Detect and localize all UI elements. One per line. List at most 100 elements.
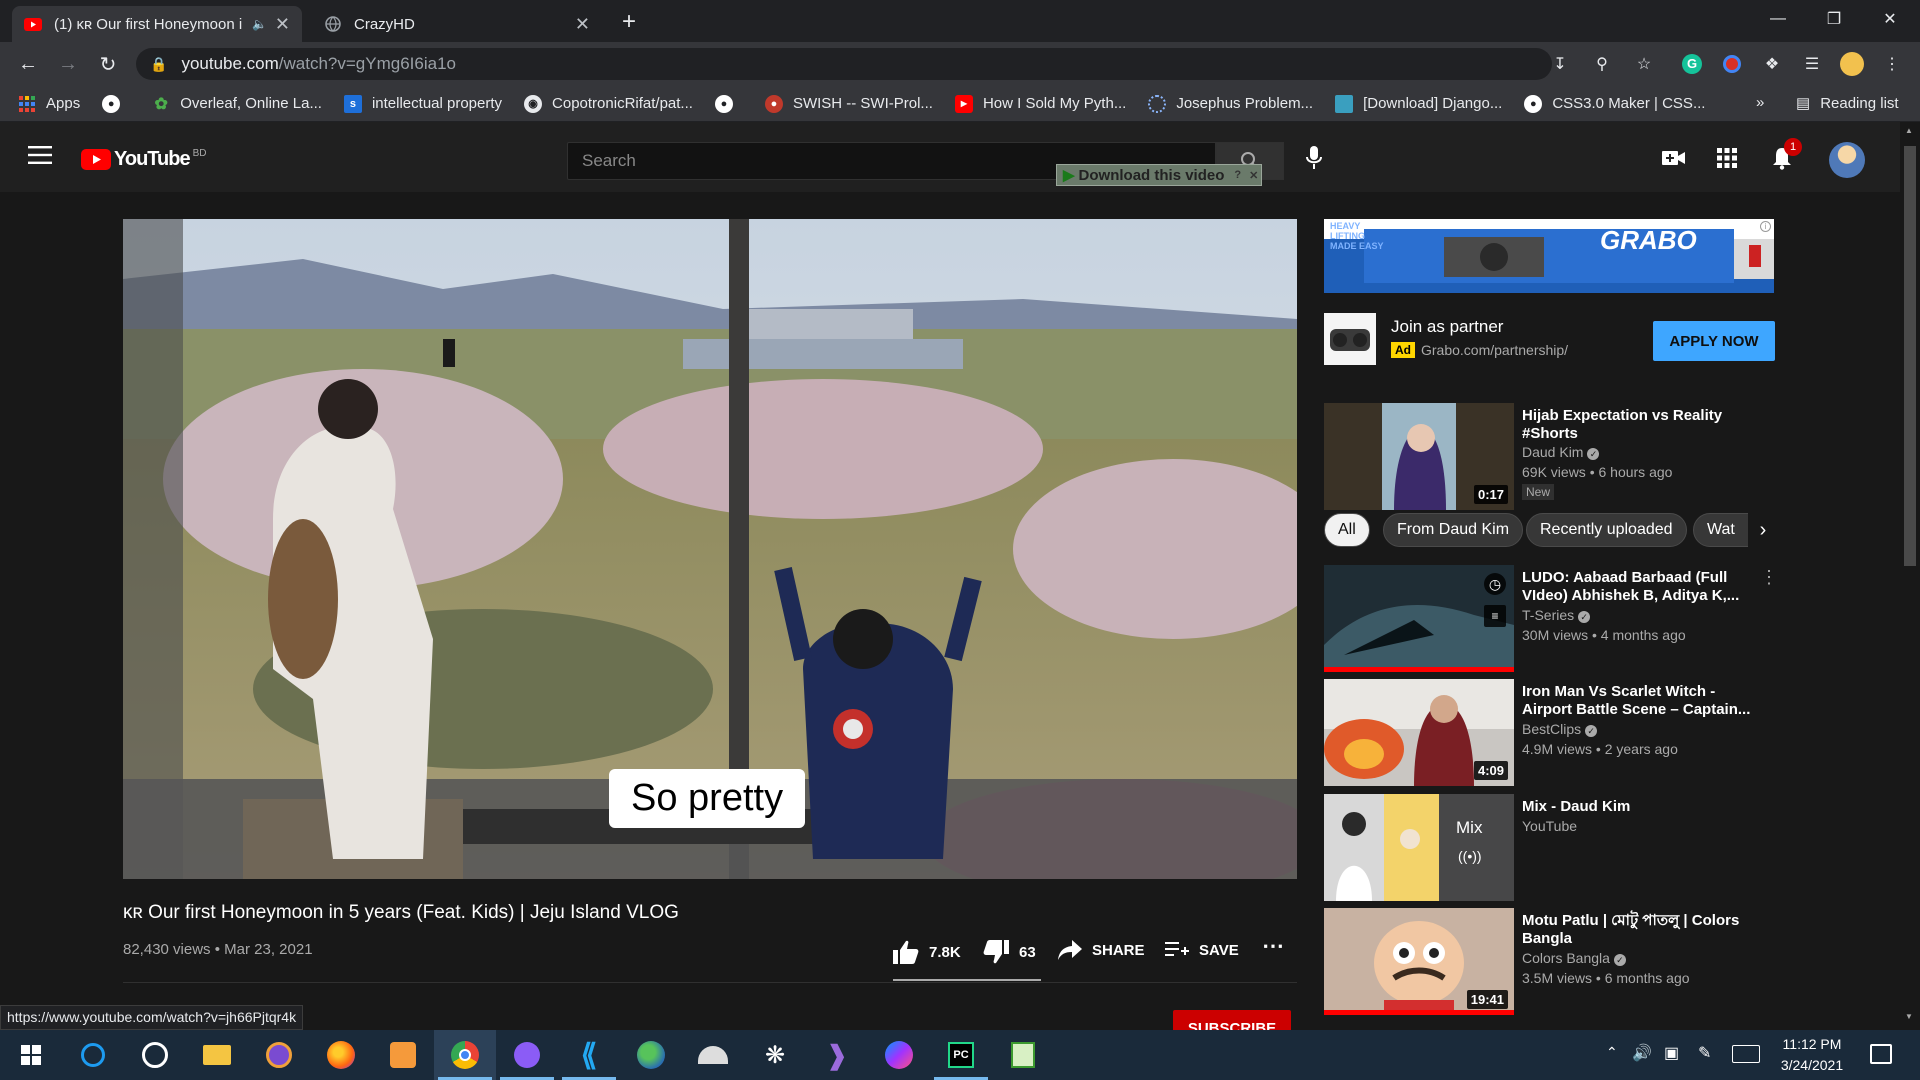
video-player[interactable]: So pretty — [123, 219, 1297, 879]
close-tab-icon[interactable]: ✕ — [275, 14, 290, 35]
visual-studio-icon[interactable]: ❱ — [806, 1030, 868, 1080]
download-help-icon[interactable]: ? — [1234, 169, 1241, 181]
scroll-down-icon[interactable]: ▼ — [1905, 1012, 1913, 1021]
extension-icon[interactable] — [1720, 52, 1744, 76]
satellite-icon[interactable]: ❋ — [744, 1030, 806, 1080]
bookmark-globe-2[interactable]: ● — [714, 94, 743, 113]
more-actions-icon[interactable]: ⋯ — [1262, 933, 1284, 959]
ad-product-thumbnail[interactable] — [1324, 313, 1376, 365]
suggestion-item[interactable]: 0:17 Hijab Expectation vs Reality #Short… — [1324, 403, 1774, 511]
watch-later-icon[interactable]: ◷ — [1484, 573, 1506, 595]
ad-banner[interactable]: HEAVY LIFTING MADE EASY GRABO i — [1324, 219, 1774, 293]
network-icon[interactable]: ▣ — [1664, 1043, 1679, 1063]
youtube-logo[interactable]: YouTube BD — [81, 148, 206, 171]
menu-dots-icon[interactable]: ⋮ — [1880, 52, 1904, 76]
download-close-icon[interactable]: ✕ — [1249, 169, 1258, 182]
scroll-up-icon[interactable]: ▲ — [1905, 126, 1913, 135]
ad-title[interactable]: Join as partner — [1391, 317, 1503, 337]
puzzle-icon[interactable]: ❖ — [1760, 52, 1784, 76]
tab-youtube[interactable]: (1) κʀ Our first Honeymoon i 🔈 ✕ — [12, 6, 302, 42]
bookmark-star-icon[interactable]: ☆ — [1632, 52, 1656, 76]
chip-recently-uploaded[interactable]: Recently uploaded — [1526, 513, 1687, 547]
vscode-icon[interactable]: ⟪ — [558, 1030, 620, 1080]
bookmarks-overflow[interactable]: » — [1756, 94, 1764, 111]
file-explorer-icon[interactable] — [186, 1030, 248, 1080]
volume-icon[interactable]: 🔊 — [1632, 1043, 1652, 1063]
profile-avatar[interactable] — [1840, 52, 1864, 76]
pycharm-icon[interactable]: PC — [930, 1030, 992, 1080]
show-hidden-icons-chevron-icon[interactable]: ⌃ — [1606, 1044, 1618, 1061]
add-to-queue-icon[interactable]: ≡ — [1484, 605, 1506, 627]
address-bar[interactable]: 🔒 youtube.com/watch?v=gYmg6I6ia1o — [136, 48, 1552, 80]
suggestion-item[interactable]: 4:09 Iron Man Vs Scarlet Witch - Airport… — [1324, 679, 1774, 787]
bookmark-django[interactable]: [Download] Django... — [1335, 94, 1502, 113]
notifications-bell-icon[interactable]: 1 — [1772, 138, 1802, 175]
save-button[interactable]: SAVE — [1165, 940, 1239, 960]
system-clock[interactable]: 11:12 PM 3/24/2021 — [1762, 1034, 1862, 1076]
chip-from-daud-kim[interactable]: From Daud Kim — [1383, 513, 1524, 547]
chevron-right-icon[interactable]: › — [1748, 513, 1778, 547]
user-avatar[interactable] — [1829, 142, 1865, 178]
reload-icon[interactable]: ↻ — [92, 48, 124, 80]
bookmark-josephus[interactable]: Josephus Problem... — [1148, 94, 1313, 113]
chip-watched[interactable]: Wat — [1693, 513, 1749, 547]
subscribe-button[interactable]: SUBSCRIBE — [1173, 1010, 1291, 1030]
window-close-icon[interactable]: ✕ — [1862, 0, 1918, 38]
minimize-icon[interactable]: — — [1750, 0, 1806, 38]
video-thumbnail[interactable]: ◷ ≡ — [1324, 565, 1514, 672]
github-desktop-icon[interactable] — [496, 1030, 558, 1080]
media-queue-icon[interactable]: ☰ — [1800, 52, 1824, 76]
tab-crazyhd[interactable]: CrazyHD ✕ — [312, 6, 602, 42]
zoom-icon[interactable]: ⚲ — [1590, 52, 1614, 76]
apps-grid-icon[interactable] — [1717, 148, 1737, 173]
video-thumbnail[interactable]: Mix ((•)) — [1324, 794, 1514, 901]
bookmark-apps[interactable]: Apps — [18, 95, 80, 113]
sublime-like-icon[interactable] — [372, 1030, 434, 1080]
firefox-icon[interactable] — [310, 1030, 372, 1080]
suggestion-item[interactable]: ◷ ≡ LUDO: Aabaad Barbaad (Full VIdeo) Ab… — [1324, 565, 1778, 673]
scrollbar-thumb[interactable] — [1904, 146, 1916, 566]
chrome-icon[interactable] — [434, 1030, 496, 1080]
bookmark-globe[interactable]: ● — [102, 94, 130, 113]
new-tab-button[interactable]: + — [622, 8, 636, 36]
video-thumbnail[interactable]: 19:41 — [1324, 908, 1514, 1015]
microphone-icon[interactable] — [1306, 146, 1322, 175]
tab-audio-icon[interactable]: 🔈 — [252, 17, 267, 31]
create-video-icon[interactable] — [1662, 150, 1686, 171]
keyboard-icon[interactable] — [1732, 1045, 1760, 1063]
bookmark-swish[interactable]: ● SWISH -- SWI-Prol... — [764, 94, 933, 113]
hamburger-menu-icon[interactable] — [28, 146, 52, 169]
suggestion-item[interactable]: 19:41 Motu Patlu | মোটু পাতলু | Colors B… — [1324, 908, 1774, 1016]
bookmark-youtube[interactable]: ▶ How I Sold My Pyth... — [954, 94, 1126, 113]
reading-list-button[interactable]: ▤ Reading list — [1796, 94, 1899, 113]
video-thumbnail[interactable]: 4:09 — [1324, 679, 1514, 786]
bookmark-github[interactable]: ◉ CopotronicRifat/pat... — [524, 94, 693, 113]
messenger-icon[interactable] — [868, 1030, 930, 1080]
whatsapp-icon[interactable] — [124, 1030, 186, 1080]
bookmark-css3[interactable]: ● CSS3.0 Maker | CSS... — [1524, 94, 1705, 113]
close-tab-icon[interactable]: ✕ — [575, 14, 590, 35]
action-center-icon[interactable] — [1870, 1044, 1892, 1064]
share-button[interactable]: SHARE — [1058, 940, 1145, 960]
parachute-icon[interactable] — [682, 1030, 744, 1080]
grammarly-icon[interactable]: G — [1680, 52, 1704, 76]
pen-icon[interactable]: ✎ — [1698, 1043, 1711, 1063]
page-scrollbar[interactable]: ▲ ▼ — [1900, 122, 1920, 1030]
chip-all[interactable]: All — [1324, 513, 1370, 547]
forward-arrow-icon[interactable]: → — [52, 48, 84, 80]
dislike-button[interactable]: 63 — [983, 940, 1036, 964]
spreadsheet-icon[interactable] — [992, 1030, 1054, 1080]
bookmark-overleaf[interactable]: ✿ Overleaf, Online La... — [152, 95, 322, 113]
tor-browser-icon[interactable] — [248, 1030, 310, 1080]
back-arrow-icon[interactable]: ← — [12, 48, 44, 80]
cortana-icon[interactable] — [62, 1030, 124, 1080]
like-button[interactable]: 7.8K — [893, 940, 961, 964]
bookmark-intellectual-property[interactable]: s intellectual property — [343, 94, 502, 113]
download-video-bar[interactable]: ▶ Download this video ? ✕ — [1056, 164, 1262, 186]
suggestion-item[interactable]: Mix ((•)) Mix - Daud Kim YouTube — [1324, 794, 1774, 902]
windows-start-icon[interactable] — [0, 1030, 62, 1080]
apply-now-button[interactable]: APPLY NOW — [1653, 321, 1775, 361]
globe-app-icon[interactable] — [620, 1030, 682, 1080]
ad-info-icon[interactable]: i — [1760, 221, 1771, 232]
install-icon[interactable]: ↧ — [1548, 52, 1572, 76]
